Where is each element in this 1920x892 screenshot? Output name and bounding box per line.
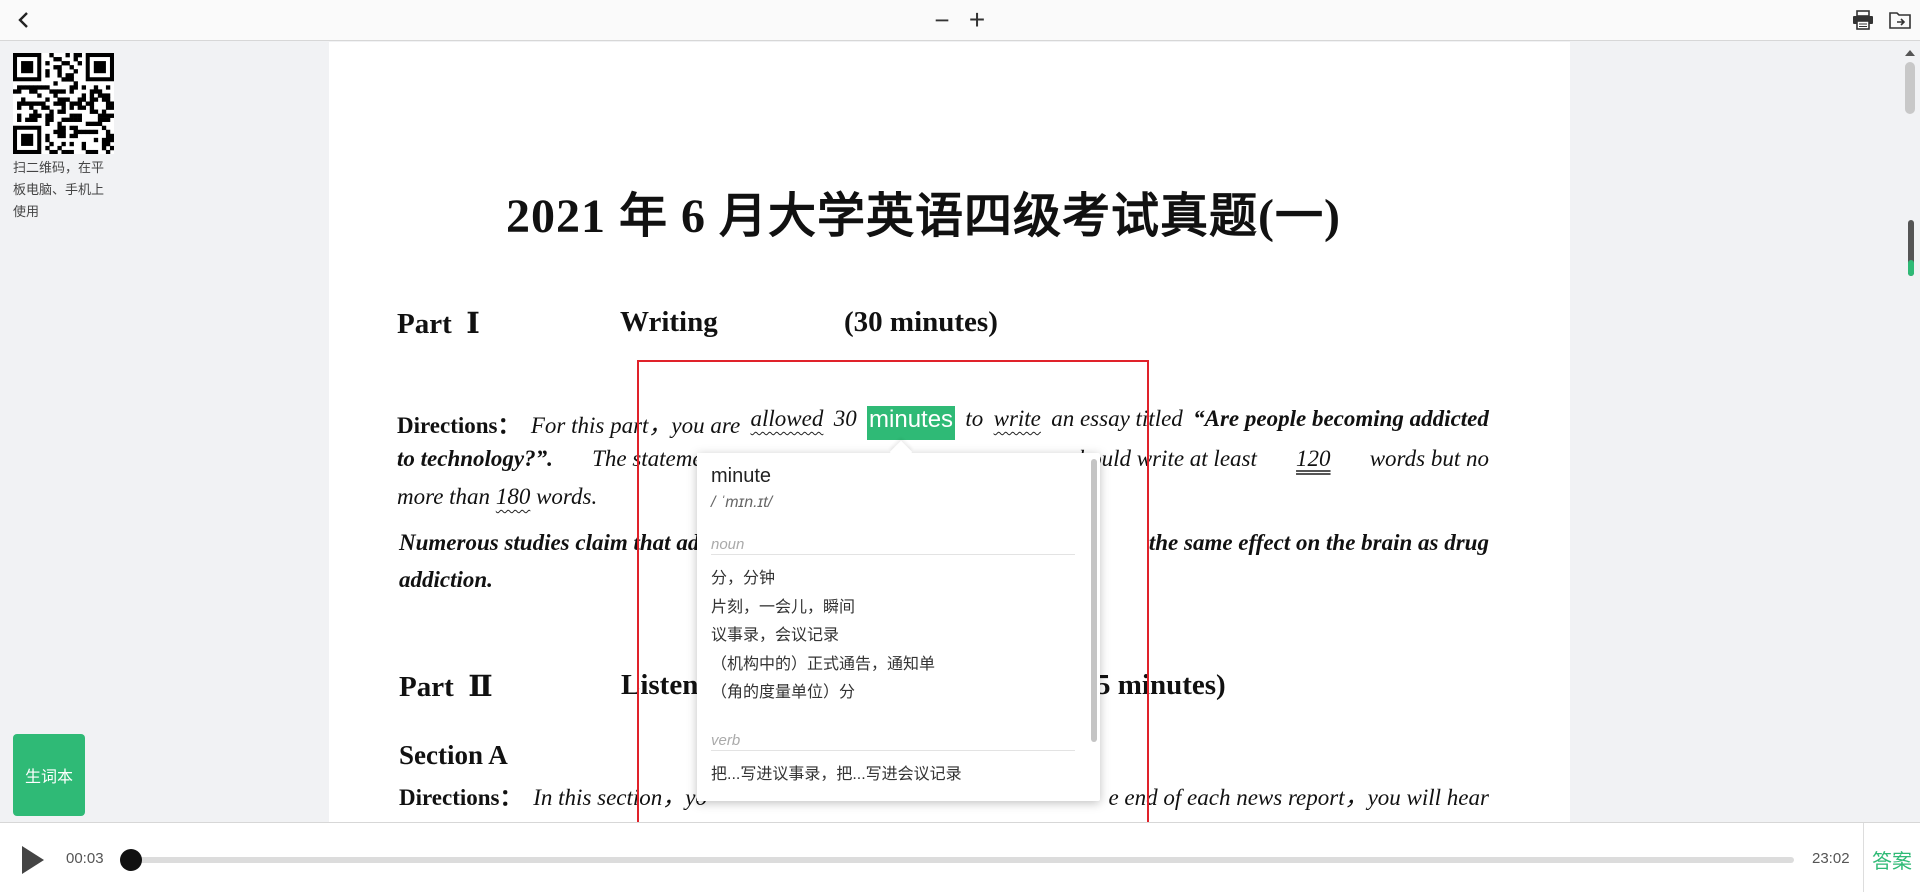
text-run: The statemen	[592, 446, 715, 471]
chevron-left-icon	[18, 12, 28, 28]
part2-time: 5 minutes)	[1096, 669, 1226, 701]
verb-definitions: 把...写进议事录，把...写进会议记录	[711, 761, 1075, 790]
text-run: 30	[833, 406, 857, 431]
text-run: an essay titled	[1051, 406, 1183, 431]
document-title: 2021 年 6 月大学英语四级考试真题(一)	[506, 190, 1341, 243]
part1-numeral: Ⅰ	[466, 308, 480, 340]
text-run: In this section，yo	[533, 785, 707, 810]
dictionary-headword: minute	[711, 465, 772, 487]
prompt-text: addiction.	[399, 567, 493, 592]
definition-item: 议事录，会议记录	[711, 627, 840, 644]
directions-label: Directions：	[399, 785, 523, 810]
part1-title: Writing	[620, 306, 718, 338]
text-run: words.	[536, 484, 598, 509]
top-toolbar: − +	[0, 0, 1920, 41]
word-allowed[interactable]: allowed	[751, 406, 824, 440]
export-button[interactable]	[1886, 6, 1914, 34]
qr-caption: 扫二维码，在平板电脑、手机上使用	[13, 160, 105, 219]
back-button[interactable]	[10, 6, 38, 34]
pos-label-verb: verb	[711, 732, 1075, 751]
word-180[interactable]: 180	[496, 484, 531, 509]
divider	[1863, 823, 1864, 892]
text-run: e end of each news report，you will hear	[1108, 785, 1489, 810]
qr-code	[13, 53, 115, 155]
part1-time: (30 minutes)	[844, 306, 998, 338]
part2-title: Listen	[621, 669, 699, 701]
pos-label-noun: noun	[711, 536, 1075, 555]
text-run: words but no	[1369, 446, 1489, 471]
dictionary-phonetic: / ˈmɪn.ɪt/	[711, 494, 773, 511]
prompt-line-2: addiction.	[399, 567, 493, 593]
minus-icon: −	[934, 5, 950, 35]
word-minutes-highlighted[interactable]: minutes	[867, 406, 956, 440]
noun-definitions: 分，分钟 片刻，一会儿，瞬间 议事录，会议记录 （机构中的）正式通告，通知单 （…	[711, 565, 1075, 708]
audio-player: 00:03 23:02 答案	[0, 822, 1920, 892]
print-button[interactable]	[1849, 6, 1877, 34]
printer-icon	[1853, 10, 1873, 30]
dictionary-content: minute / ˈmɪn.ɪt/ noun 分，分钟 片刻，一会儿，瞬间 议事…	[697, 453, 1089, 801]
word-120[interactable]: 120	[1296, 446, 1331, 472]
total-time: 23:02	[1812, 850, 1850, 867]
part2-heading: Part Ⅱ	[399, 669, 493, 704]
section-a-heading: Section A	[399, 740, 508, 770]
directions-line-1: Directions： For this part，you are allowe…	[397, 406, 1489, 440]
part1-heading: Part Ⅰ	[397, 306, 480, 341]
zoom-out-button[interactable]: −	[928, 6, 956, 34]
scroll-position-accent	[1908, 260, 1914, 276]
folder-export-icon	[1889, 12, 1911, 29]
dictionary-scrollbar[interactable]	[1091, 459, 1097, 742]
essay-title-part1: “Are people becoming addicted	[1193, 406, 1489, 431]
progress-knob[interactable]	[120, 849, 143, 871]
part2-numeral: Ⅱ	[468, 671, 493, 703]
scrollbar-thumb[interactable]	[1905, 62, 1915, 114]
prompt-text: Numerous studies claim that ad	[399, 530, 700, 555]
definition-item: （机构中的）正式通告，通知单	[711, 655, 936, 673]
page-scrollbar[interactable]	[1900, 42, 1920, 822]
zoom-in-button[interactable]: +	[963, 6, 991, 34]
definition-item: 把...写进议事录，把...写进会议记录	[711, 765, 962, 783]
play-icon	[22, 846, 44, 874]
plus-icon: +	[968, 4, 986, 35]
definition-item: （角的度量单位）分	[711, 684, 856, 701]
progress-track[interactable]	[126, 857, 1794, 863]
scroll-up-arrow-icon[interactable]	[1905, 50, 1915, 56]
directions-line-3: more than 180 words.	[397, 484, 597, 510]
current-time: 00:03	[66, 850, 104, 867]
part2-label: Part	[399, 671, 454, 703]
text-run: For this part，you are	[530, 413, 741, 438]
essay-title-part2: to technology?”.	[397, 446, 553, 471]
part1-label: Part	[397, 308, 452, 340]
definition-item: 分，分钟	[711, 570, 776, 587]
vocabulary-book-button[interactable]: 生词本	[13, 734, 85, 816]
prompt-text: the same effect on the brain as drug	[1148, 530, 1489, 555]
word-write[interactable]: write	[994, 406, 1041, 440]
answer-button[interactable]: 答案	[1872, 845, 1912, 874]
word-to[interactable]: to	[965, 406, 983, 440]
text-run: more than	[397, 484, 491, 509]
definition-item: 片刻，一会儿，瞬间	[711, 598, 856, 616]
play-button[interactable]	[18, 843, 48, 877]
dictionary-popup[interactable]: minute / ˈmɪn.ɪt/ noun 分，分钟 片刻，一会儿，瞬间 议事…	[697, 453, 1100, 801]
directions-label: Directions：	[397, 413, 521, 438]
app-window: − + 扫二维码，在平板电脑、手机上使用 生词本 2021 年 6 月大学英语四…	[0, 0, 1920, 892]
